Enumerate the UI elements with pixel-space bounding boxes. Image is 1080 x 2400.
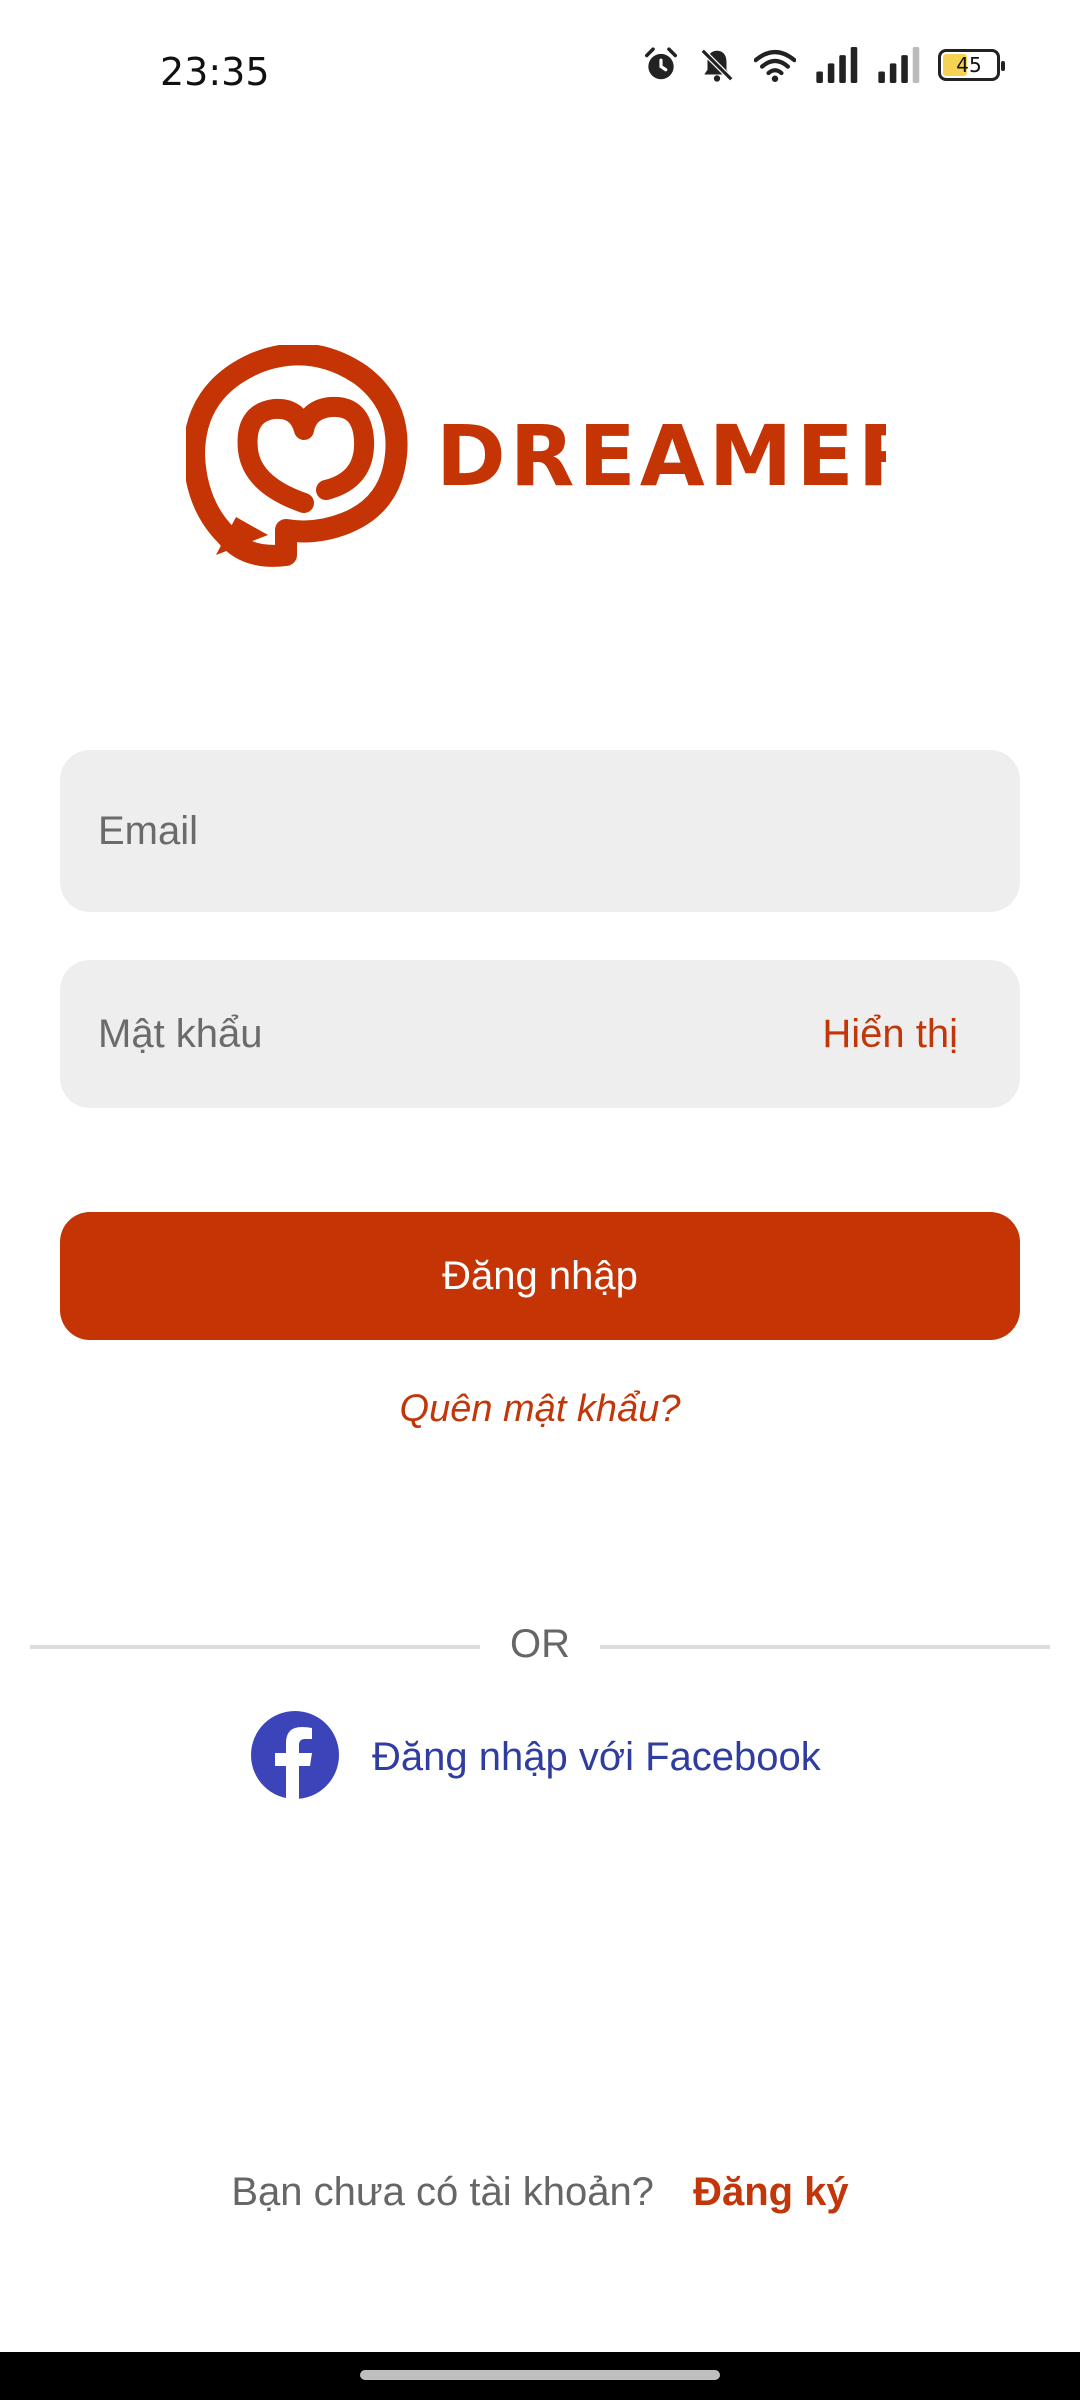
facebook-login-button[interactable]: Đăng nhập với Facebook (250, 1710, 821, 1805)
password-field[interactable]: Hiển thị (60, 960, 1020, 1108)
login-button[interactable]: Đăng nhập (60, 1212, 1020, 1340)
wifi-icon (754, 46, 796, 84)
signup-prompt: Bạn chưa có tài khoản? (231, 2170, 654, 2214)
system-nav-bar (0, 2352, 1080, 2400)
brand-wordmark: DREAMERS (436, 407, 886, 505)
bell-off-icon (698, 46, 736, 84)
home-indicator[interactable] (360, 2370, 720, 2380)
battery-icon: 45 (938, 49, 1005, 81)
divider-line-right (600, 1645, 1050, 1649)
or-divider-label: OR (510, 1622, 570, 1666)
signal-icon (814, 47, 858, 83)
password-input[interactable] (96, 1010, 823, 1058)
facebook-login-label: Đăng nhập với Facebook (372, 1734, 821, 1779)
battery-level: 45 (956, 53, 982, 77)
email-field[interactable] (60, 750, 1020, 912)
show-password-toggle[interactable]: Hiển thị (822, 1012, 958, 1057)
facebook-icon (250, 1710, 340, 1805)
divider-line-left (30, 1645, 480, 1649)
signup-link[interactable]: Đăng ký (693, 2170, 849, 2214)
signal-icon (876, 47, 920, 83)
status-icons: 45 (642, 46, 1005, 84)
status-time: 23:35 (160, 50, 270, 94)
signup-row: Bạn chưa có tài khoản? Đăng ký (0, 2170, 1080, 2215)
email-input[interactable] (96, 807, 984, 855)
status-bar: 23:35 45 (0, 0, 1080, 140)
forgot-password-link[interactable]: Quên mật khẩu? (0, 1388, 1080, 1431)
dreamers-logo: DREAMERS (183, 343, 987, 575)
login-screen: 23:35 45 DREAME Email Hiển thị Đăng nhập… (0, 0, 1080, 2400)
alarm-icon (642, 46, 680, 84)
